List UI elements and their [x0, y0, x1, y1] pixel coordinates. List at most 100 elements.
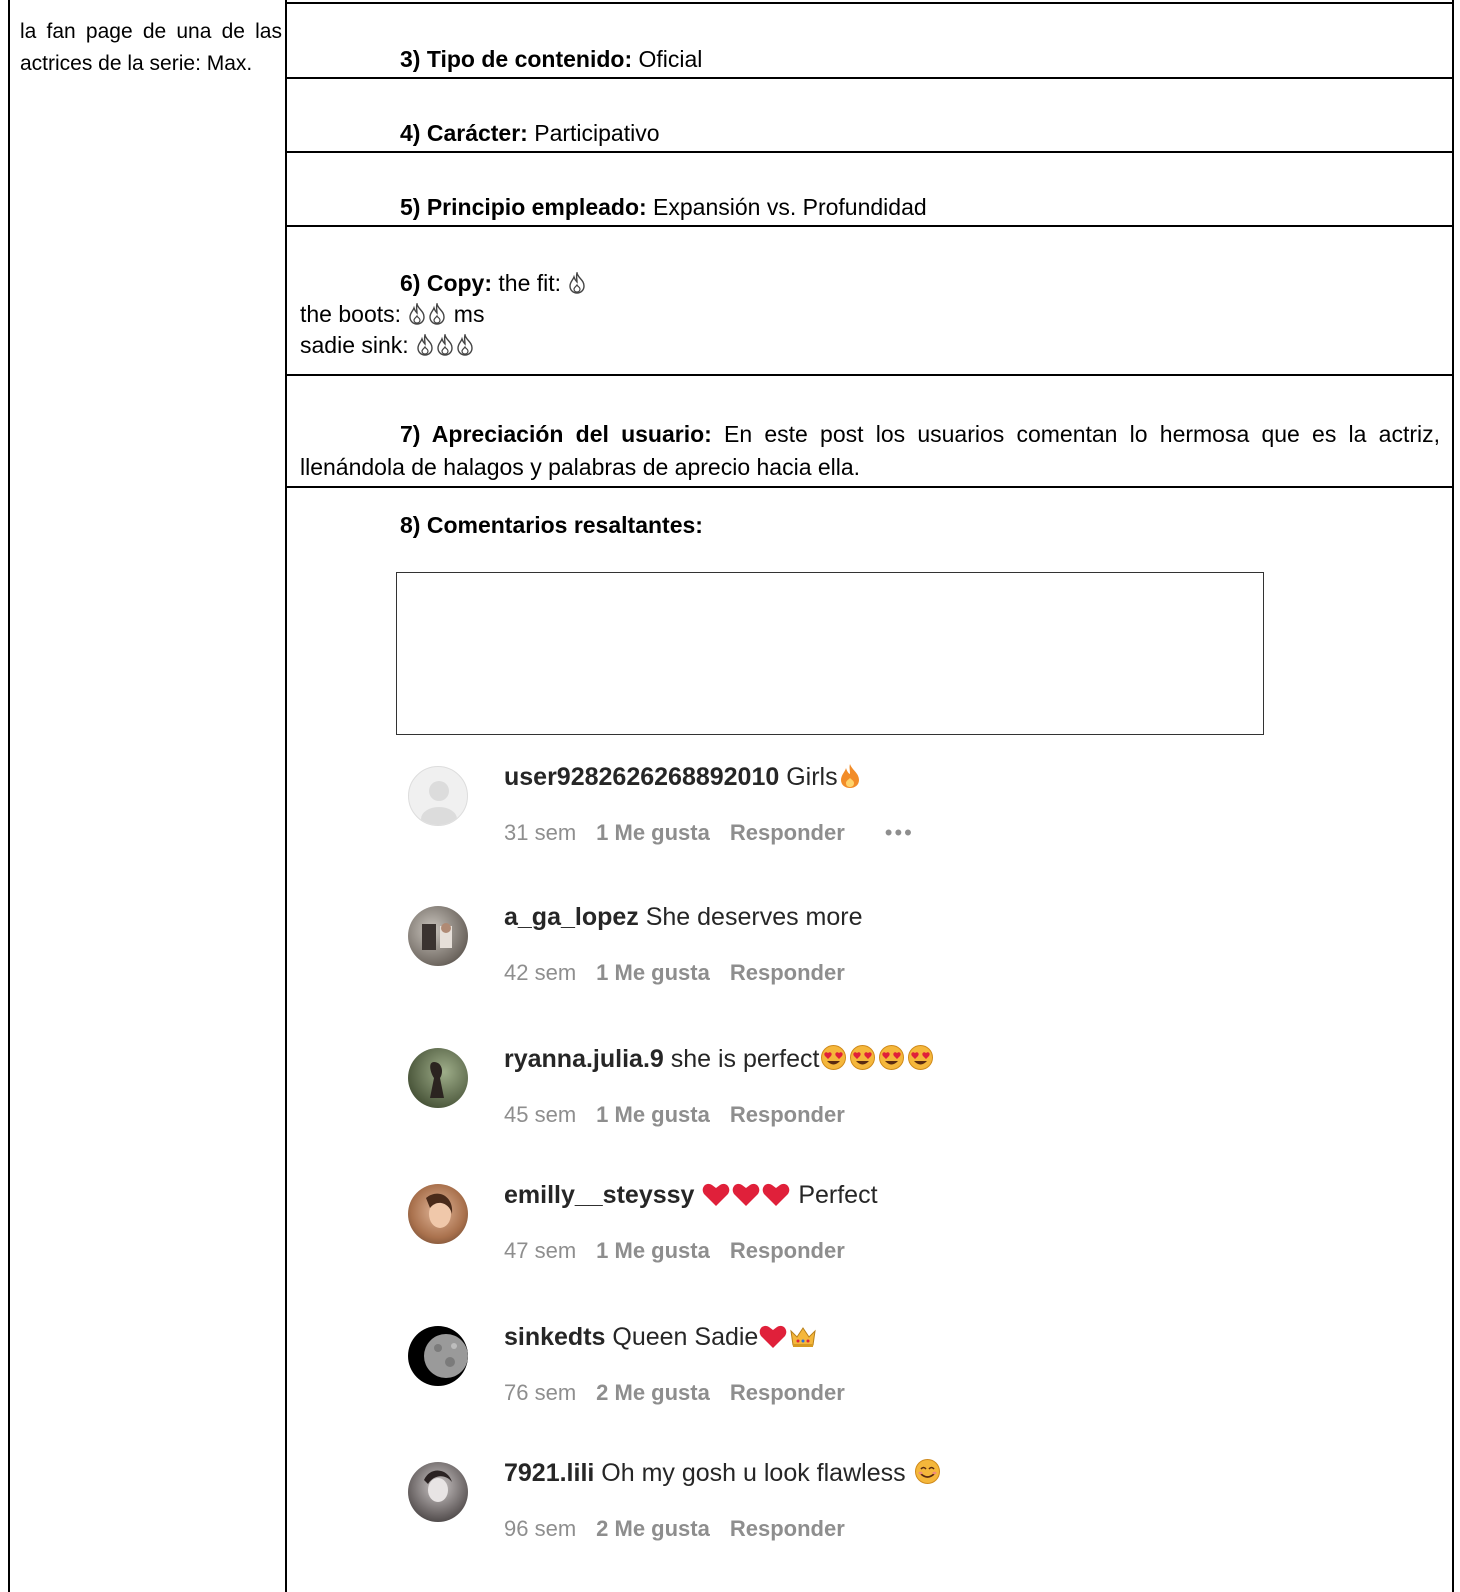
fire-outline-icon: [429, 303, 446, 325]
comment-item: 7921.lili Oh my gosh u look flawless 96 …: [400, 1456, 1300, 1566]
reply-button[interactable]: Responder: [730, 1238, 845, 1263]
fire-outline-icon: [417, 334, 433, 356]
comment-body: ryanna.julia.9 she is perfect: [504, 1042, 935, 1076]
comment-text: Girls: [779, 763, 838, 791]
comment-username[interactable]: 7921.lili: [504, 1459, 594, 1487]
row-value: Oficial: [632, 46, 703, 72]
comment-body: emilly__steyssy Perfect: [504, 1178, 878, 1212]
comment-username[interactable]: user9282626268892010: [504, 763, 779, 791]
heart-eyes-emoji-icon: [850, 1045, 876, 1070]
comment-body: sinkedts Queen Sadie: [504, 1320, 818, 1354]
red-heart-icon: [763, 1183, 790, 1206]
row-label: 8) Comentarios resaltantes:: [400, 512, 703, 538]
comment-body: 7921.lili Oh my gosh u look flawless: [504, 1456, 942, 1490]
row-divider: [285, 151, 1454, 153]
left-cell-text: la fan page de una de las actrices de la…: [20, 20, 282, 75]
row-label: 5) Principio empleado:: [400, 194, 647, 220]
row-value: Expansión vs. Profundidad: [646, 194, 927, 220]
comment-body: user9282626268892010 Girls: [504, 760, 862, 794]
comment-meta: 31 sem 1 Me gusta Responder •••: [504, 820, 934, 846]
comment-time: 45 sem: [504, 1102, 577, 1127]
copy-line-1: the fit:: [492, 270, 568, 296]
avatar[interactable]: [408, 1462, 468, 1522]
copy-line-2: the boots:: [300, 301, 408, 327]
smiling-face-emoji-icon: [914, 1459, 940, 1484]
comment-meta: 96 sem 2 Me gusta Responder: [504, 1516, 865, 1542]
comment-meta: 42 sem 1 Me gusta Responder: [504, 960, 865, 986]
fire-outline-icon: [457, 334, 473, 356]
row-value: Participativo: [527, 120, 660, 146]
row-label: 3) Tipo de contenido:: [400, 46, 633, 72]
fire-outline-icon: [409, 303, 426, 325]
fire-outline-icon: [437, 334, 453, 356]
comment-likes[interactable]: 1 Me gusta: [596, 820, 710, 845]
comment-username[interactable]: a_ga_lopez: [504, 903, 639, 931]
copy-line-2-suffix: ms: [447, 301, 485, 327]
user-photo-icon: [424, 1470, 452, 1502]
heart-eyes-emoji-icon: [821, 1045, 847, 1070]
comment-meta: 47 sem 1 Me gusta Responder: [504, 1238, 865, 1264]
copy-line-3: sadie sink:: [300, 332, 416, 358]
red-heart-icon: [703, 1183, 730, 1206]
row-tipo-contenido: 3) Tipo de contenido: Oficial: [400, 44, 702, 74]
comment-username[interactable]: sinkedts: [504, 1323, 605, 1351]
row-divider: [285, 374, 1454, 376]
avatar[interactable]: [408, 766, 468, 826]
comment-likes[interactable]: 1 Me gusta: [596, 1238, 710, 1263]
comment-likes[interactable]: 2 Me gusta: [596, 1380, 710, 1405]
user-photo-icon: [430, 1062, 444, 1098]
reply-button[interactable]: Responder: [730, 1102, 845, 1127]
more-options-icon[interactable]: •••: [885, 820, 914, 845]
row-divider: [285, 486, 1454, 488]
avatar[interactable]: [408, 1326, 468, 1386]
user-photo-icon: [422, 923, 452, 950]
row-divider: [285, 77, 1454, 79]
avatar[interactable]: [408, 906, 468, 966]
row-principio: 5) Principio empleado: Expansión vs. Pro…: [400, 192, 927, 222]
default-avatar-icon: [421, 781, 457, 825]
comment-text: she is perfect: [663, 1045, 820, 1073]
row-divider: [285, 225, 1454, 227]
comment-likes[interactable]: 2 Me gusta: [596, 1516, 710, 1541]
row-caracter: 4) Carácter: Participativo: [400, 118, 660, 148]
comment-time: 47 sem: [504, 1238, 577, 1263]
avatar[interactable]: [408, 1048, 468, 1108]
reply-button[interactable]: Responder: [730, 960, 845, 985]
comment-likes[interactable]: 1 Me gusta: [596, 1102, 710, 1127]
moon-photo-icon: [424, 1334, 468, 1378]
row-apreciacion: 7) Apreciación del usuario: En este post…: [300, 418, 1440, 484]
heart-eyes-emoji-icon: [908, 1045, 934, 1070]
comment-item: ryanna.julia.9 she is perfect 45 sem 1 Me…: [400, 1042, 1300, 1152]
row-label: 4) Carácter:: [400, 120, 528, 146]
comment-text: Oh my gosh u look flawless: [594, 1459, 913, 1487]
comment-text: Perfect: [791, 1181, 878, 1209]
crown-icon: [790, 1327, 817, 1347]
comment-item: emilly__steyssy Perfect 47 sem 1 Me gusta…: [400, 1178, 1300, 1288]
comment-username[interactable]: emilly__steyssy: [504, 1181, 694, 1209]
table-border-middle: [285, 0, 287, 1592]
row-copy: 6) Copy: the fit: the boots: ms sadie si…: [300, 268, 587, 361]
comment-time: 31 sem: [504, 820, 577, 845]
heart-eyes-emoji-icon: [879, 1045, 905, 1070]
reply-button[interactable]: Responder: [730, 820, 845, 845]
comment-text: Queen Sadie: [605, 1323, 759, 1351]
comment-text: She deserves more: [638, 903, 863, 931]
comment-username[interactable]: ryanna.julia.9: [504, 1045, 664, 1073]
table-border-top: [285, 2, 1454, 4]
avatar[interactable]: [408, 1184, 468, 1244]
comment-time: 76 sem: [504, 1380, 577, 1405]
comment-item: a_ga_lopez She deserves more 42 sem 1 Me …: [400, 900, 1300, 1010]
row-label: 7) Apreciación del usuario:: [400, 421, 712, 447]
reply-button[interactable]: Responder: [730, 1380, 845, 1405]
user-photo-icon: [426, 1193, 453, 1228]
fire-icon: [840, 764, 859, 788]
fire-outline-icon: [569, 272, 586, 294]
table-border-right: [1452, 0, 1454, 1592]
comment-likes[interactable]: 1 Me gusta: [596, 960, 710, 985]
comment-meta: 45 sem 1 Me gusta Responder: [504, 1102, 865, 1128]
comment-item: sinkedts Queen Sadie 76 sem 2 Me gusta Res…: [400, 1320, 1300, 1430]
comment-meta: 76 sem 2 Me gusta Responder: [504, 1380, 865, 1406]
reply-button[interactable]: Responder: [730, 1516, 845, 1541]
comment-item: user9282626268892010 Girls 31 sem 1 Me gu…: [400, 760, 1300, 870]
row-comentarios: 8) Comentarios resaltantes:: [400, 510, 703, 540]
